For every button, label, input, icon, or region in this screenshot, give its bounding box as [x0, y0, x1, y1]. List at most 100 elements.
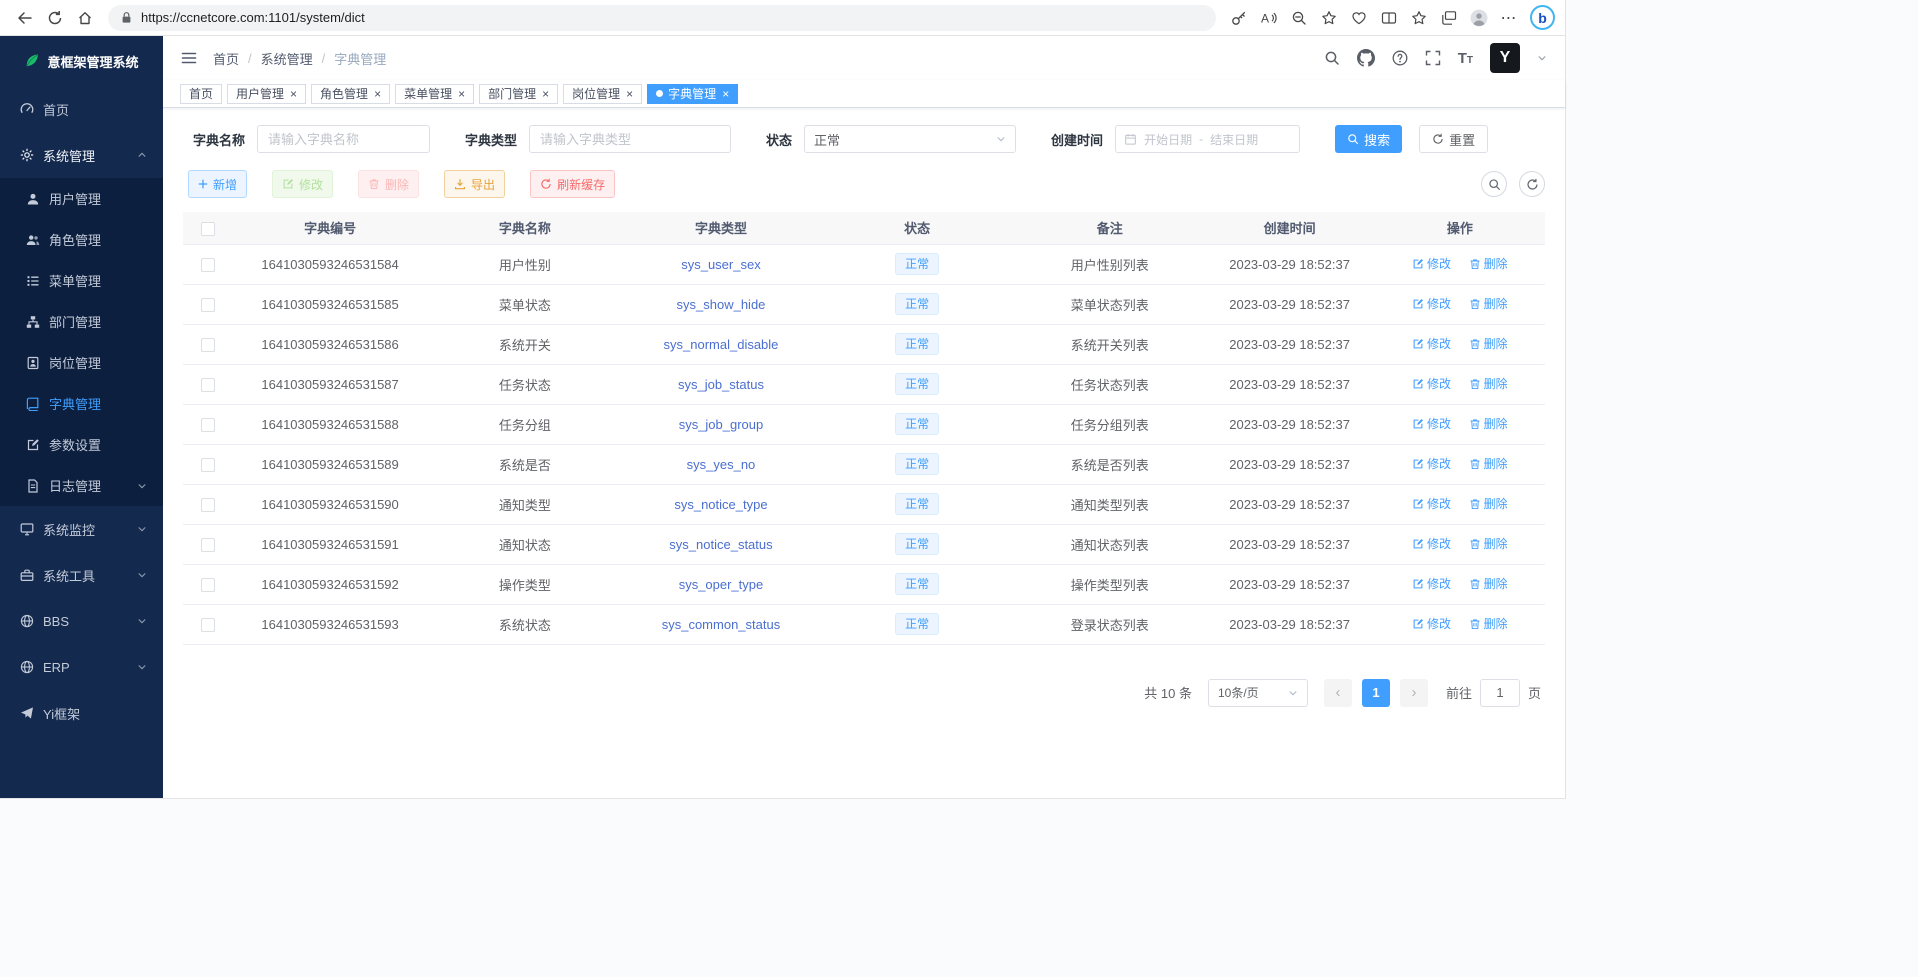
row-edit-button[interactable]: 修改: [1412, 535, 1451, 552]
fullscreen-icon[interactable]: [1425, 49, 1441, 67]
tab[interactable]: 部门管理 ×: [479, 84, 558, 104]
row-delete-button[interactable]: 删除: [1469, 375, 1508, 392]
reset-button[interactable]: 重置: [1419, 125, 1488, 153]
row-edit-button[interactable]: 修改: [1412, 375, 1451, 392]
dict-type-link[interactable]: sys_oper_type: [679, 577, 764, 592]
row-delete-button[interactable]: 删除: [1469, 495, 1508, 512]
address-bar[interactable]: https://ccnetcore.com:1101/system/dict: [108, 5, 1216, 31]
sidebar-item-logs[interactable]: 日志管理: [0, 465, 163, 506]
breadcrumb-system[interactable]: 系统管理: [261, 49, 313, 68]
dict-type-input[interactable]: [529, 125, 731, 153]
tab[interactable]: 首页: [180, 84, 222, 104]
row-delete-button[interactable]: 删除: [1469, 415, 1508, 432]
avatar-caret-icon[interactable]: [1537, 53, 1547, 63]
row-checkbox[interactable]: [201, 338, 215, 352]
tab[interactable]: 菜单管理 ×: [395, 84, 474, 104]
collections-icon[interactable]: [1434, 4, 1464, 32]
bing-icon[interactable]: b: [1530, 5, 1555, 30]
password-key-icon[interactable]: [1224, 4, 1254, 32]
tab-close-icon[interactable]: ×: [458, 87, 465, 101]
tab-close-icon[interactable]: ×: [626, 87, 633, 101]
row-edit-button[interactable]: 修改: [1412, 615, 1451, 632]
row-checkbox[interactable]: [201, 578, 215, 592]
help-icon[interactable]: [1392, 49, 1408, 67]
sidebar-item-positions[interactable]: 岗位管理: [0, 342, 163, 383]
sidebar-item-users[interactable]: 用户管理: [0, 178, 163, 219]
row-delete-button[interactable]: 删除: [1469, 535, 1508, 552]
row-checkbox[interactable]: [201, 538, 215, 552]
split-screen-icon[interactable]: [1374, 4, 1404, 32]
font-size-icon[interactable]: TT: [1458, 51, 1473, 66]
tab[interactable]: 岗位管理 ×: [563, 84, 642, 104]
row-delete-button[interactable]: 删除: [1469, 295, 1508, 312]
search-button[interactable]: 搜索: [1335, 125, 1402, 153]
zoom-out-icon[interactable]: [1284, 4, 1314, 32]
tab-close-icon[interactable]: ×: [290, 87, 297, 101]
tab-close-icon[interactable]: ×: [542, 87, 549, 101]
select-all-checkbox[interactable]: [201, 222, 215, 236]
url-text[interactable]: https://ccnetcore.com:1101/system/dict: [141, 10, 365, 25]
dict-type-link[interactable]: sys_notice_status: [669, 537, 772, 552]
sidebar-item-departments[interactable]: 部门管理: [0, 301, 163, 342]
sidebar-item-system[interactable]: 系统管理: [0, 132, 163, 178]
row-checkbox[interactable]: [201, 618, 215, 632]
tab[interactable]: 用户管理 ×: [227, 84, 306, 104]
row-edit-button[interactable]: 修改: [1412, 295, 1451, 312]
dict-type-link[interactable]: sys_job_status: [678, 377, 764, 392]
add-button[interactable]: 新增: [188, 170, 247, 198]
row-delete-button[interactable]: 删除: [1469, 455, 1508, 472]
toggle-search-button[interactable]: [1481, 171, 1507, 197]
tab[interactable]: 角色管理 ×: [311, 84, 390, 104]
user-avatar[interactable]: Y: [1490, 43, 1520, 73]
dict-type-link[interactable]: sys_user_sex: [681, 257, 760, 272]
dict-type-link[interactable]: sys_common_status: [662, 617, 781, 632]
sidebar-item-erp[interactable]: ERP: [0, 644, 163, 690]
export-button[interactable]: 导出: [444, 170, 505, 198]
profile-avatar[interactable]: [1464, 4, 1494, 32]
sidebar-toggle-icon[interactable]: [181, 49, 197, 67]
sidebar-item-parameters[interactable]: 参数设置: [0, 424, 163, 465]
favorites-bar-icon[interactable]: [1404, 4, 1434, 32]
page-size-select[interactable]: 10条/页: [1208, 679, 1308, 707]
sidebar-item-monitor[interactable]: 系统监控: [0, 506, 163, 552]
header-search-icon[interactable]: [1324, 49, 1340, 67]
next-page-button[interactable]: ›: [1400, 679, 1428, 707]
tab-close-icon[interactable]: ×: [374, 87, 381, 101]
back-button[interactable]: [10, 4, 40, 32]
sidebar-item-roles[interactable]: 角色管理: [0, 219, 163, 260]
row-checkbox[interactable]: [201, 418, 215, 432]
row-delete-button[interactable]: 删除: [1469, 615, 1508, 632]
reload-button[interactable]: [40, 4, 70, 32]
row-edit-button[interactable]: 修改: [1412, 575, 1451, 592]
sidebar-item-menus[interactable]: 菜单管理: [0, 260, 163, 301]
row-edit-button[interactable]: 修改: [1412, 255, 1451, 272]
sidebar-item-yi-frame[interactable]: Yi框架: [0, 690, 163, 736]
dict-type-link[interactable]: sys_notice_type: [674, 497, 767, 512]
row-delete-button[interactable]: 删除: [1469, 335, 1508, 352]
read-aloud-icon[interactable]: [1254, 4, 1284, 32]
sidebar-item-bbs[interactable]: BBS: [0, 598, 163, 644]
sidebar-item-dictionary[interactable]: 字典管理: [0, 383, 163, 424]
github-icon[interactable]: [1357, 49, 1375, 67]
row-checkbox[interactable]: [201, 258, 215, 272]
dict-type-link[interactable]: sys_normal_disable: [664, 337, 779, 352]
row-edit-button[interactable]: 修改: [1412, 455, 1451, 472]
add-favorite-icon[interactable]: [1314, 4, 1344, 32]
row-delete-button[interactable]: 删除: [1469, 255, 1508, 272]
edit-button[interactable]: 修改: [272, 170, 333, 198]
sidebar-item-home[interactable]: 首页: [0, 86, 163, 132]
dict-name-input[interactable]: [257, 125, 430, 153]
row-edit-button[interactable]: 修改: [1412, 335, 1451, 352]
more-menu-icon[interactable]: ⋯: [1494, 4, 1524, 32]
sidebar-item-tools[interactable]: 系统工具: [0, 552, 163, 598]
goto-page-input[interactable]: [1480, 679, 1520, 707]
home-button[interactable]: [70, 4, 100, 32]
row-checkbox[interactable]: [201, 378, 215, 392]
row-edit-button[interactable]: 修改: [1412, 495, 1451, 512]
row-checkbox[interactable]: [201, 498, 215, 512]
delete-button[interactable]: 删除: [358, 170, 419, 198]
breadcrumb-home[interactable]: 首页: [213, 49, 239, 68]
status-select[interactable]: 正常: [804, 125, 1016, 153]
dict-type-link[interactable]: sys_show_hide: [677, 297, 766, 312]
dict-type-link[interactable]: sys_yes_no: [687, 457, 756, 472]
